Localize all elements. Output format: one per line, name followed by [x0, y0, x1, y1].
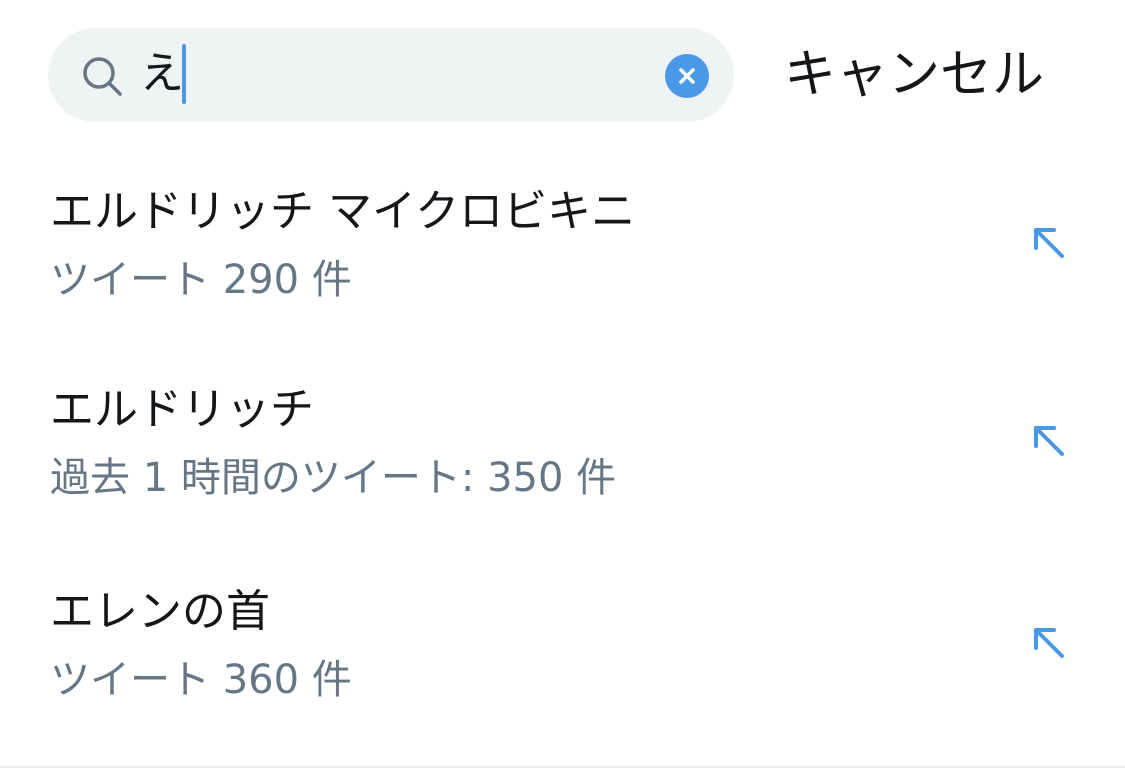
suggestion-tweet-count: ツイート 290 件 — [50, 257, 352, 303]
suggestion-title: エレンの首 — [50, 586, 270, 637]
arrow-up-left-icon[interactable] — [1024, 218, 1072, 266]
arrow-up-left-icon[interactable] — [1024, 618, 1072, 666]
suggestion-item[interactable]: エルドリッチ 過去 1 時間のツイート: 350 件 — [0, 348, 1125, 548]
suggestion-item[interactable]: エルドリッチ マイクロビキニ ツイート 290 件 — [0, 150, 1125, 350]
search-header: キャンセル — [0, 0, 1125, 150]
search-icon — [80, 54, 124, 98]
clear-search-button[interactable] — [665, 54, 709, 98]
divider — [0, 766, 1125, 768]
arrow-up-left-icon[interactable] — [1024, 416, 1072, 464]
search-input[interactable] — [140, 42, 640, 106]
suggestion-title: エルドリッチ — [50, 384, 314, 435]
close-icon — [679, 68, 695, 84]
cancel-button[interactable]: キャンセル — [784, 36, 1084, 114]
text-caret — [182, 44, 186, 104]
suggestion-tweet-count: 過去 1 時間のツイート: 350 件 — [50, 455, 617, 501]
suggestion-title: エルドリッチ マイクロビキニ — [50, 186, 636, 237]
suggestion-tweet-count: ツイート 360 件 — [50, 657, 352, 703]
suggestion-item[interactable]: エレンの首 ツイート 360 件 — [0, 550, 1125, 750]
